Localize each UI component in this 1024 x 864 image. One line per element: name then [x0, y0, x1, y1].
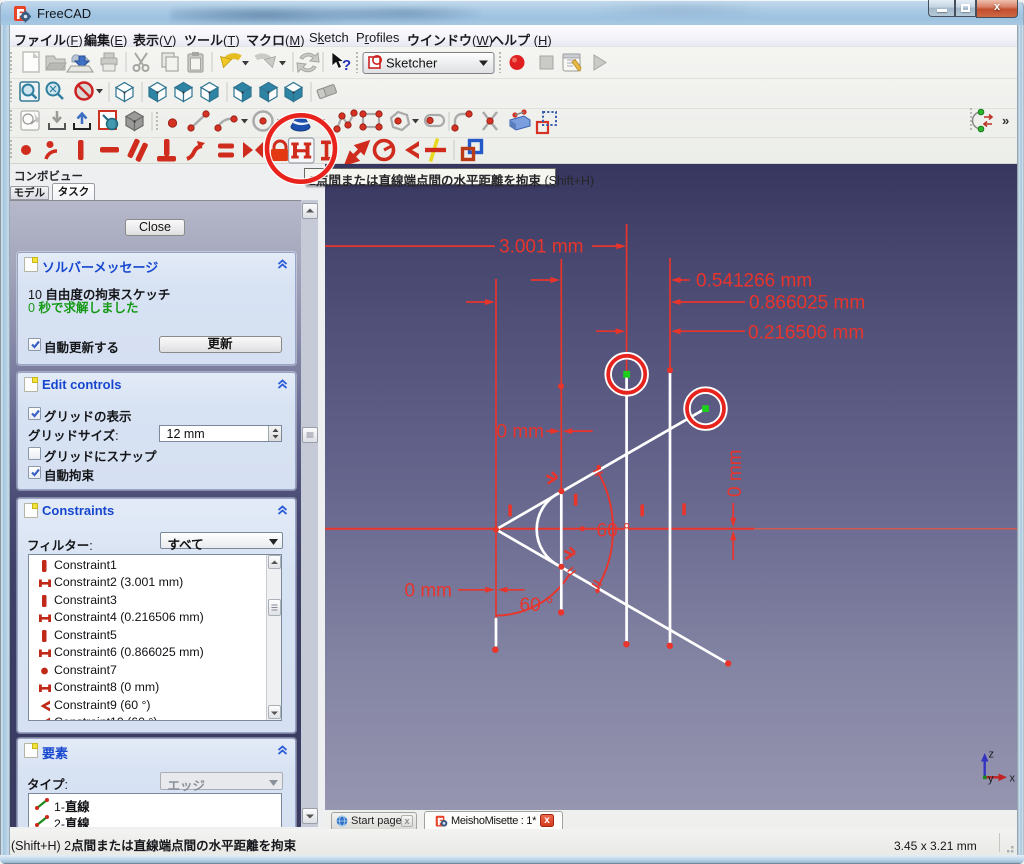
svg-text:Sketcher: Sketcher [386, 56, 438, 71]
svg-text:3.001 mm: 3.001 mm [499, 237, 583, 258]
svg-text:0 mm: 0 mm [497, 422, 545, 443]
svg-text:60 °: 60 ° [520, 595, 554, 616]
svg-text:y: y [988, 773, 994, 785]
svg-text:0 mm: 0 mm [725, 450, 746, 498]
svg-text:0.866025 mm: 0.866025 mm [749, 292, 865, 313]
svg-text:0 mm: 0 mm [405, 581, 453, 602]
svg-text:»: » [1002, 113, 1009, 128]
svg-text:60 °: 60 ° [597, 521, 631, 542]
svg-text:z: z [989, 749, 995, 761]
svg-text:0.541266 mm: 0.541266 mm [696, 271, 812, 292]
svg-text:?: ? [342, 57, 351, 74]
svg-text:x: x [1010, 773, 1016, 785]
svg-text:0.216506 mm: 0.216506 mm [748, 323, 864, 344]
